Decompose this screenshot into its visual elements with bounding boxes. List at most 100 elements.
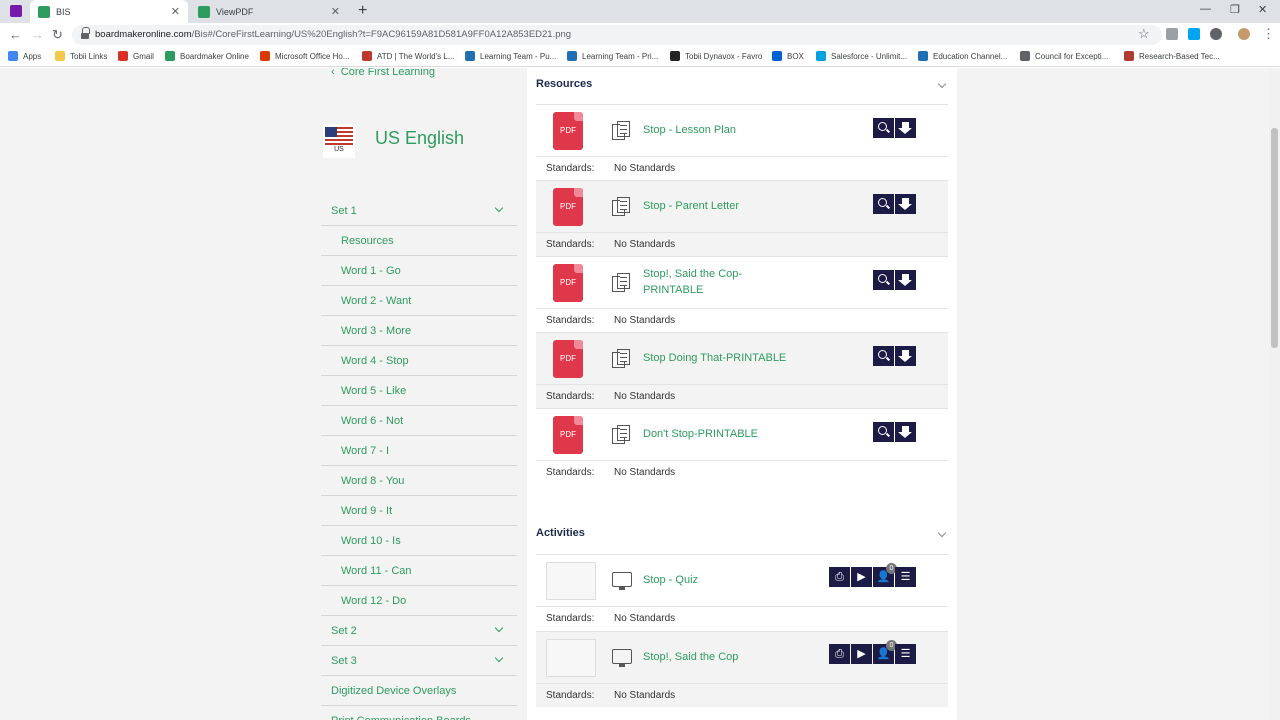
bookmark-item[interactable]: Research-Based Tec... [1124, 51, 1220, 61]
bookmark-item[interactable]: Tobii Links [55, 51, 107, 61]
menu-icon[interactable]: ⋮ [1262, 26, 1275, 42]
reload-icon[interactable]: ↻ [52, 27, 63, 43]
sidebar-item-word-2-want[interactable]: Word 2 - Want [321, 286, 517, 316]
chevron-down-icon[interactable] [937, 528, 947, 538]
download-button[interactable] [895, 422, 916, 442]
play-button[interactable]: ▶ [851, 644, 872, 664]
preview-button[interactable] [873, 346, 894, 366]
sidebar-item-word-3-more[interactable]: Word 3 - More [321, 316, 517, 346]
resource-title-link[interactable]: Stop - Lesson Plan [643, 122, 803, 138]
sidebar-item-word-10-is[interactable]: Word 10 - Is [321, 526, 517, 556]
bookmark-item[interactable]: Microsoft Office Ho... [260, 51, 350, 61]
bookmark-star-icon[interactable]: ☆ [1138, 26, 1150, 42]
download-button[interactable] [895, 346, 916, 366]
extension-icon[interactable] [1166, 28, 1178, 40]
preview-button[interactable] [873, 270, 894, 290]
sidebar-item-label: Digitized Device Overlays [331, 684, 457, 697]
bookmark-item[interactable]: ATD | The World's L... [362, 51, 454, 61]
download-button[interactable] [895, 194, 916, 214]
forward-arrow-icon[interactable]: → [31, 27, 44, 42]
resource-title-link[interactable]: Don't Stop-PRINTABLE [643, 426, 803, 442]
minimize-icon[interactable]: — [1200, 3, 1211, 15]
bookmark-item[interactable]: Apps [8, 51, 41, 61]
sidebar-item-word-7-i[interactable]: Word 7 - I [321, 436, 517, 466]
bookmark-item[interactable]: Tobii Dynavox - Favro [670, 51, 762, 61]
close-window-icon[interactable]: ✕ [1258, 3, 1267, 16]
boardmaker-icon [38, 5, 50, 18]
bookmark-item[interactable]: Education Channel... [918, 51, 1007, 61]
back-link[interactable]: ‹ Core First Learning [331, 68, 435, 78]
bookmark-item[interactable]: Boardmaker Online [165, 51, 249, 61]
tab-viewpdf[interactable]: ViewPDF ✕ [190, 0, 348, 23]
extension-icon[interactable] [1210, 28, 1222, 40]
sidebar-item-print-communication-boards[interactable]: Print Communication Boards [321, 706, 517, 720]
activity-thumbnail[interactable] [546, 562, 596, 600]
download-button[interactable] [895, 270, 916, 290]
sidebar-item-set-1[interactable]: Set 1 [321, 196, 517, 226]
print-button[interactable]: ⎙ [829, 644, 850, 664]
close-icon[interactable]: ✕ [331, 5, 340, 18]
page-title: US English [375, 128, 465, 148]
print-button[interactable]: ⎙ [829, 567, 850, 587]
bookmark-item[interactable]: Learning Team - Pu... [465, 51, 556, 61]
scrollbar[interactable] [1269, 68, 1280, 720]
standards-value: No Standards [614, 467, 676, 478]
folder-icon [55, 51, 65, 61]
new-tab-icon[interactable]: + [358, 2, 367, 20]
chevron-down-icon[interactable] [937, 79, 947, 89]
bookmark-item[interactable]: Gmail [118, 51, 154, 61]
bookmark-item[interactable]: Salesforce - Unlimit... [816, 51, 907, 61]
preview-button[interactable] [873, 422, 894, 442]
sidebar-item-word-9-it[interactable]: Word 9 - It [321, 496, 517, 526]
sidebar-item-word-8-you[interactable]: Word 8 - You [321, 466, 517, 496]
details-button[interactable]: ☰ [895, 644, 916, 664]
bookmark-item[interactable]: Learning Team - Pri... [567, 51, 658, 61]
preview-button[interactable] [873, 118, 894, 138]
resource-title-link[interactable]: Stop!, Said the Cop-PRINTABLE [643, 266, 755, 298]
details-button[interactable]: ☰ [895, 567, 916, 587]
assign-button[interactable]: 👤 0 [873, 563, 897, 587]
assign-button[interactable]: 👤 0 [873, 640, 897, 664]
tab-bis[interactable]: BIS ✕ [30, 0, 188, 23]
sidebar-item-label: Word 11 - Can [341, 564, 412, 577]
sidebar-item-word-1-go[interactable]: Word 1 - Go [321, 256, 517, 286]
avatar[interactable] [1238, 28, 1250, 40]
sidebar-item-digitized-device-overlays[interactable]: Digitized Device Overlays [321, 676, 517, 706]
sidebar-item-word-6-not[interactable]: Word 6 - Not [321, 406, 517, 436]
play-button[interactable]: ▶ [851, 567, 872, 587]
standards-label: Standards: [546, 163, 595, 174]
address-bar[interactable]: boardmakeronline.com/Bis#/CoreFirstLearn… [72, 25, 1162, 45]
restore-icon[interactable]: ❐ [1230, 3, 1240, 16]
sidebar-item-word-4-stop[interactable]: Word 4 - Stop [321, 346, 517, 376]
activity-title-link[interactable]: Stop!, Said the Cop [643, 649, 803, 665]
sidebar-item-word-11-can[interactable]: Word 11 - Can [321, 556, 517, 586]
standards-label: Standards: [546, 613, 595, 624]
sidebar-item-label: Word 10 - Is [341, 534, 401, 547]
activity-thumbnail[interactable] [546, 639, 596, 677]
standards-value: No Standards [614, 613, 676, 624]
bookmark-item[interactable]: BOX [772, 51, 804, 61]
sidebar-item-resources[interactable]: Resources [321, 226, 517, 256]
bookmark-item[interactable]: Council for Excepti... [1020, 51, 1108, 61]
chevron-down-icon[interactable] [494, 203, 504, 213]
sidebar-item-set-2[interactable]: Set 2 [321, 616, 517, 646]
resource-title-link[interactable]: Stop - Parent Letter [643, 198, 803, 214]
sidebar-item-word-12-do[interactable]: Word 12 - Do [321, 586, 517, 616]
scrollbar-thumb[interactable] [1271, 128, 1278, 348]
sidebar-item-set-3[interactable]: Set 3 [321, 646, 517, 676]
resource-title-link[interactable]: Stop Doing That-PRINTABLE [643, 350, 803, 366]
activity-title-link[interactable]: Stop - Quiz [643, 572, 803, 588]
sidebar-item-word-5-like[interactable]: Word 5 - Like [321, 376, 517, 406]
onenote-icon[interactable] [10, 5, 22, 17]
preview-button[interactable] [873, 194, 894, 214]
sidebar-item-label: Word 4 - Stop [341, 354, 409, 367]
back-arrow-icon[interactable]: ← [9, 27, 22, 42]
chevron-down-icon[interactable] [494, 653, 504, 663]
atd-icon [362, 51, 372, 61]
download-button[interactable] [895, 118, 916, 138]
monitor-icon [612, 649, 632, 667]
close-icon[interactable]: ✕ [171, 5, 180, 18]
chevron-down-icon[interactable] [494, 623, 504, 633]
windows-icon[interactable] [1188, 28, 1200, 40]
url-text[interactable]: boardmakeronline.com/Bis#/CoreFirstLearn… [95, 29, 571, 40]
